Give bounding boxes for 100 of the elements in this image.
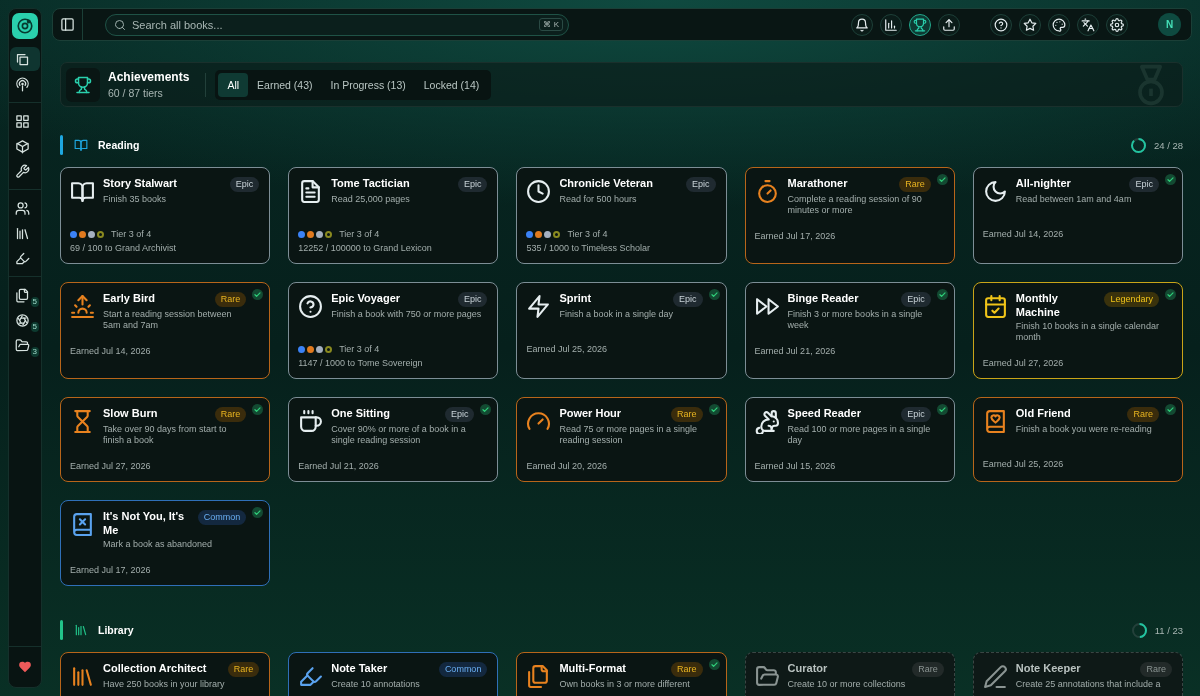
tier-label: Tier 3 of 4 bbox=[339, 229, 380, 239]
folder-icon bbox=[754, 664, 780, 689]
logo-button[interactable] bbox=[12, 13, 38, 39]
box-icon bbox=[14, 138, 30, 154]
achievement-description: Finish 3 or more books in a single week bbox=[787, 309, 924, 331]
sidebar-nav-button[interactable]: 5 bbox=[10, 283, 40, 307]
filter-tab[interactable]: Earned (43) bbox=[248, 72, 322, 97]
achievement-title: Power Hour bbox=[559, 406, 622, 420]
achievement-description: Create 10 annotations bbox=[331, 679, 421, 690]
filter-tab[interactable]: All bbox=[218, 72, 249, 97]
toolbar-button[interactable] bbox=[851, 13, 873, 36]
lightning-icon bbox=[526, 294, 552, 319]
cup-icon bbox=[298, 409, 324, 434]
achievement-title: Early Bird bbox=[103, 291, 155, 305]
achievement-description: Take over 90 days from start to finish a book bbox=[103, 424, 228, 446]
achievement-title: Epic Voyager bbox=[331, 291, 401, 305]
achievement-card[interactable]: Epic Voyager Epic Finish a book with 750 or more pages Tier 3 of 4 1147 / 1000 to Tome Sovereign bbox=[288, 282, 499, 379]
achievement-card[interactable]: Binge Reader Epic Finish 3 or more books in a single week Earned Jul 21, 2026 bbox=[744, 282, 955, 379]
achievement-card[interactable]: Note Keeper Rare Create 25 annotations that include a bbox=[972, 652, 1183, 696]
rarity-badge: Rare bbox=[912, 662, 944, 677]
earned-date: Earned Jul 21, 2026 bbox=[754, 345, 837, 357]
sidebar-nav-button[interactable] bbox=[10, 47, 40, 71]
rarity-badge: Epic bbox=[901, 292, 931, 307]
sidebar-nav-button[interactable]: 5 bbox=[10, 308, 40, 332]
achievement-card[interactable]: Chronicle Veteran Epic Read for 500 hours Tier 3 of 4 535 / 1000 to Timeless Scholar bbox=[516, 167, 727, 264]
avatar[interactable]: N bbox=[1158, 13, 1181, 36]
shortcut-hint: ⌘ K bbox=[539, 18, 563, 31]
earned-date: Earned Jul 15, 2026 bbox=[754, 460, 837, 472]
library-icon bbox=[74, 623, 88, 637]
achievement-title: Speed Reader bbox=[787, 406, 861, 420]
copy-icon bbox=[14, 51, 30, 67]
achievement-card[interactable]: Collection Architect Rare Have 250 books in your library bbox=[60, 652, 271, 696]
toolbar-button[interactable] bbox=[909, 13, 931, 36]
achievement-card[interactable]: Curator Rare Create 10 or more collections bbox=[744, 652, 955, 696]
toolbar-button[interactable] bbox=[938, 13, 960, 36]
panel-icon bbox=[60, 17, 75, 32]
rarity-badge: Rare bbox=[214, 292, 247, 307]
filter-tab[interactable]: Locked (14) bbox=[414, 72, 489, 97]
achievement-card[interactable]: Multi-Format Rare Own books in 3 or more different bbox=[516, 652, 727, 696]
achievement-description: Have 250 books in your library bbox=[103, 679, 226, 690]
achievement-card[interactable]: Story Stalwart Epic Finish 35 books Tier 3 of 4 69 / 100 to Grand Archivist bbox=[60, 167, 271, 264]
achievement-card[interactable]: It's Not You, It's Me Common Mark a book as abandoned Earned Jul 17, 2026 bbox=[60, 500, 271, 586]
achievement-card[interactable]: Power Hour Rare Read 75 or more pages in a single reading session Earned Jul 20, 2026 bbox=[516, 397, 727, 482]
earned-date: Earned Jul 17, 2026 bbox=[754, 230, 837, 242]
achievement-card[interactable]: All-nighter Epic Read between 1am and 4am Earned Jul 14, 2026 bbox=[972, 167, 1183, 264]
rarity-badge: Common bbox=[197, 510, 247, 525]
toolbar-button[interactable] bbox=[880, 13, 902, 36]
achievement-description: Complete a reading session of 90 minutes or more bbox=[787, 194, 923, 216]
achievement-title: Binge Reader bbox=[787, 291, 859, 305]
achievement-card[interactable]: Slow Burn Rare Take over 90 days from start to finish a book Earned Jul 27, 2026 bbox=[60, 397, 271, 482]
count-badge: 3 bbox=[30, 347, 39, 357]
settings-icon bbox=[1110, 17, 1124, 32]
toolbar-button[interactable] bbox=[1048, 13, 1070, 36]
achievement-description: Finish a book with 750 or more pages bbox=[331, 309, 483, 320]
rarity-badge: Legendary bbox=[1104, 292, 1159, 307]
search-bar[interactable]: Search all books... ⌘ K bbox=[105, 13, 569, 36]
achievement-card[interactable]: Marathoner Rare Complete a reading session of 90 minutes or more Earned Jul 17, 2026 bbox=[744, 167, 955, 264]
toolbar-button[interactable] bbox=[1019, 13, 1041, 36]
heart-icon bbox=[18, 660, 32, 674]
aperture-icon bbox=[14, 312, 30, 328]
sidebar-nav-button[interactable]: 3 bbox=[10, 333, 40, 357]
library-icon bbox=[14, 225, 30, 241]
achievement-card[interactable]: Sprint Epic Finish a book in a single day Earned Jul 25, 2026 bbox=[516, 282, 727, 379]
toolbar-button[interactable] bbox=[1106, 13, 1128, 36]
earned-date: Earned Jul 14, 2026 bbox=[982, 228, 1065, 240]
achievement-card[interactable]: Monthly Machine Legendary Finish 10 books in a single calendar month Earned Jul 27, 2026 bbox=[972, 282, 1183, 379]
achievement-card[interactable]: Speed Reader Epic Read 100 or more pages in a single day Earned Jul 15, 2026 bbox=[744, 397, 955, 482]
search-field[interactable]: Search all books... bbox=[132, 18, 534, 31]
achievement-card[interactable]: Early Bird Rare Start a reading session between 5am and 7am Earned Jul 14, 2026 bbox=[60, 282, 271, 379]
earned-date: Earned Jul 25, 2026 bbox=[526, 343, 608, 355]
achievement-description: Cover 90% or more of a book in a single reading session bbox=[331, 424, 467, 446]
calendar-check-icon bbox=[982, 294, 1008, 319]
library-icon bbox=[70, 664, 95, 689]
clock-icon bbox=[526, 179, 552, 204]
tier-progress: 12252 / 100000 to Grand Lexicon bbox=[298, 242, 433, 254]
earned-date: Earned Jul 21, 2026 bbox=[298, 460, 380, 472]
rarity-badge: Rare bbox=[1127, 407, 1159, 422]
upload-icon bbox=[942, 17, 956, 32]
filter-tab[interactable]: In Progress (13) bbox=[321, 72, 415, 97]
files-icon bbox=[14, 287, 30, 303]
achievement-title: Slow Burn bbox=[103, 406, 158, 420]
highlighter-icon bbox=[298, 664, 324, 689]
achievement-title: Story Stalwart bbox=[103, 176, 177, 190]
count-badge: 5 bbox=[30, 297, 39, 307]
achievement-title: Tome Tactician bbox=[331, 176, 410, 190]
achievement-card[interactable]: Note Taker Common Create 10 annotations bbox=[288, 652, 499, 696]
achievement-title: Multi-Format bbox=[559, 661, 626, 675]
achievement-card[interactable]: Tome Tactician Epic Read 25,000 pages Tier 3 of 4 12252 / 100000 to Grand Lexicon bbox=[288, 167, 499, 264]
help-icon bbox=[994, 17, 1008, 32]
tier-label: Tier 3 of 4 bbox=[567, 229, 608, 239]
achievement-card[interactable]: Old Friend Rare Finish a book you were re-reading Earned Jul 25, 2026 bbox=[972, 397, 1183, 482]
rarity-badge: Rare bbox=[1140, 662, 1172, 677]
toolbar-button[interactable] bbox=[1077, 13, 1099, 36]
achievement-description: Create 25 annotations that include a bbox=[1015, 679, 1162, 690]
achievement-card[interactable]: One Sitting Epic Cover 90% or more of a book in a single reading session Earned Jul 21, 2026 bbox=[288, 397, 499, 482]
achievement-description: Read 75 or more pages in a single reading session bbox=[559, 424, 698, 446]
rarity-badge: Epic bbox=[444, 407, 475, 422]
bar-chart-icon bbox=[884, 17, 898, 32]
achievement-description: Read between 1am and 4am bbox=[1015, 194, 1133, 205]
toolbar-button[interactable] bbox=[990, 13, 1012, 36]
